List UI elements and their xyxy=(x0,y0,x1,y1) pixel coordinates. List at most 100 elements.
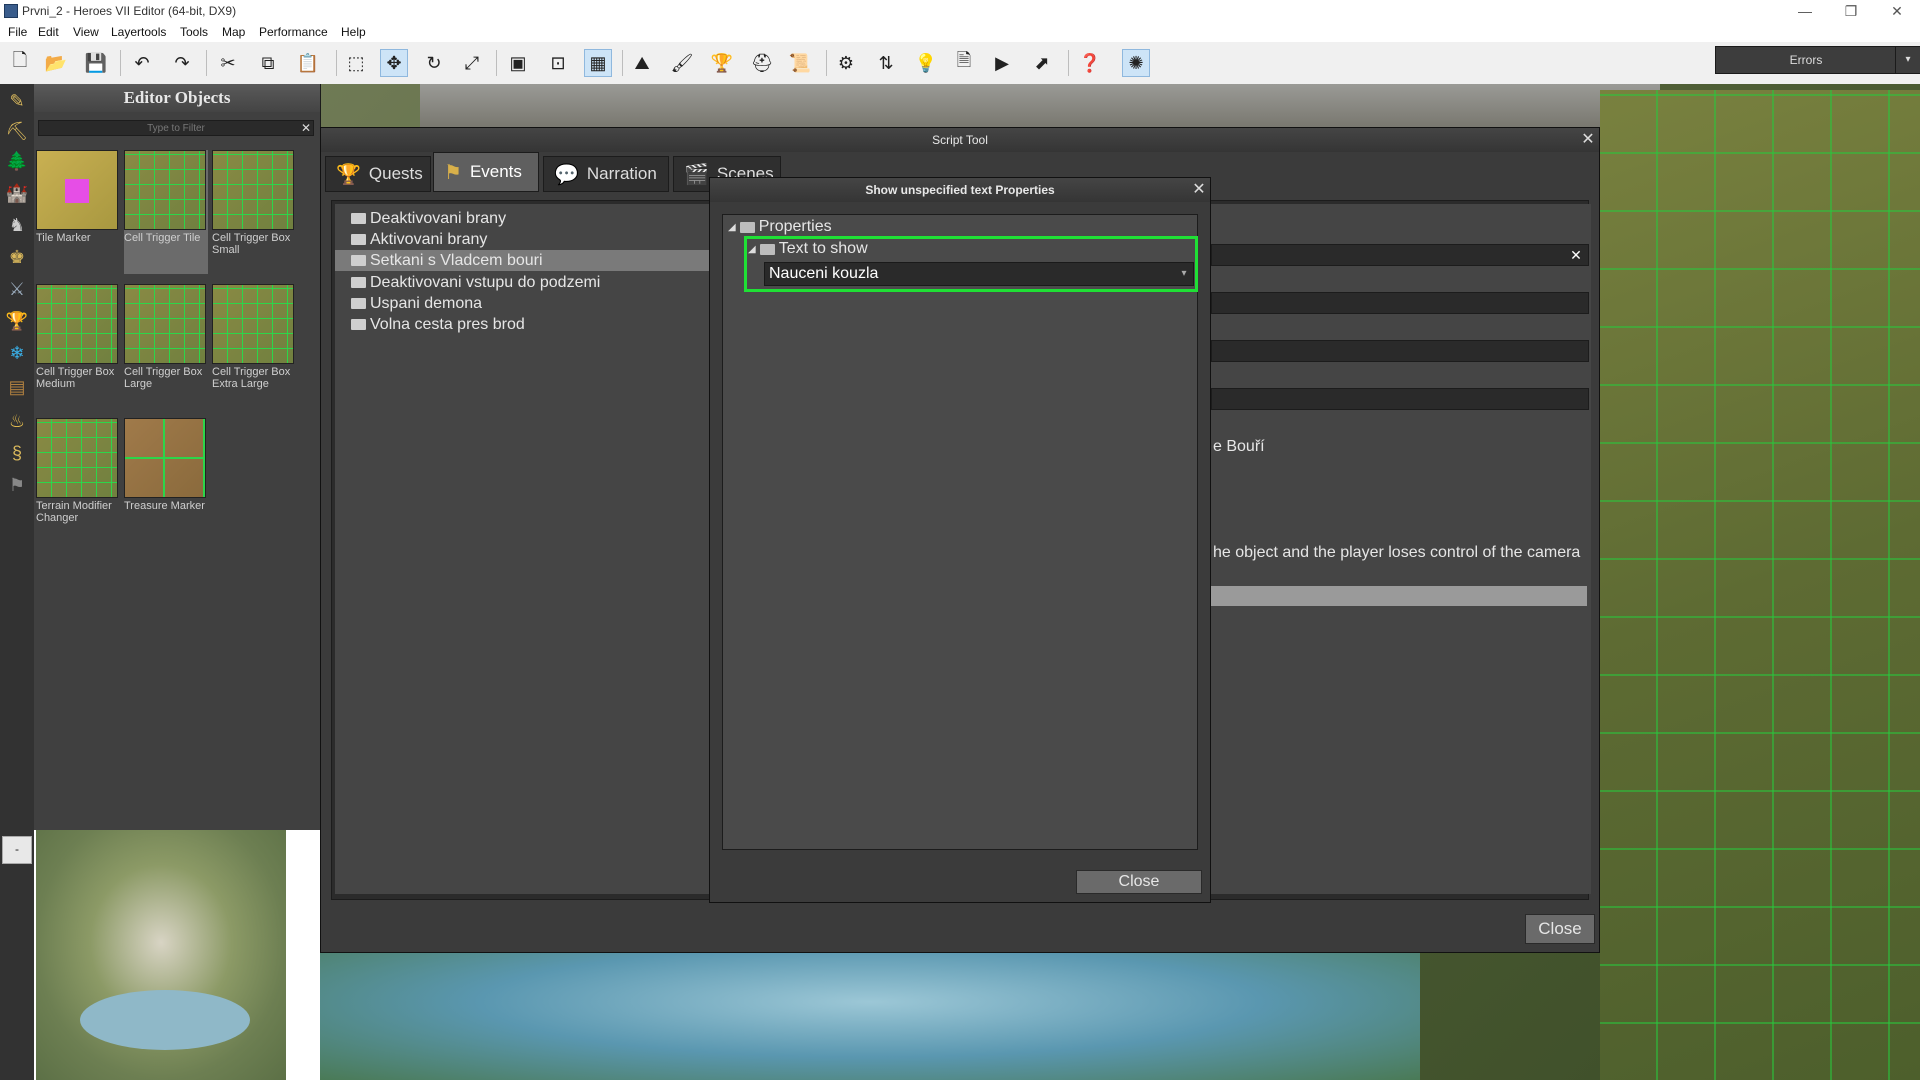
undo-icon[interactable]: ↶ xyxy=(128,49,156,77)
filter-input[interactable]: Type to Filter xyxy=(38,120,314,136)
chevron-down-icon[interactable]: ▾ xyxy=(1174,262,1194,286)
arrows-icon[interactable]: ⇅ xyxy=(872,49,900,77)
text-to-show-combo[interactable]: Nauceni kouzla xyxy=(764,262,1194,286)
toolbar-separator xyxy=(336,50,337,76)
new-file-icon[interactable]: 🗋 xyxy=(6,49,34,77)
list-item[interactable]: Deaktivovani brany xyxy=(335,208,715,229)
object-tile[interactable]: Treasure Marker xyxy=(124,418,208,512)
cut-icon[interactable]: ✂ xyxy=(214,49,242,77)
event-type-dropdown[interactable] xyxy=(1211,292,1589,314)
minimap-toggle-button[interactable]: - xyxy=(2,836,32,864)
play-icon[interactable]: ▶ xyxy=(988,49,1016,77)
crystal-icon[interactable]: ❄ xyxy=(4,340,30,366)
selected-action-row[interactable] xyxy=(1211,586,1587,606)
move-icon[interactable]: ✥ xyxy=(380,49,408,77)
copy-icon[interactable]: ⧉ xyxy=(254,49,282,77)
paint-icon[interactable]: 🖌 xyxy=(668,49,696,77)
objects-icon[interactable]: ✺ xyxy=(1122,49,1150,77)
toolbar-separator xyxy=(120,50,121,76)
scroll-category-icon[interactable]: § xyxy=(4,440,30,466)
menu-map[interactable]: Map xyxy=(222,25,245,39)
clear-filter-icon[interactable]: ✕ xyxy=(298,120,314,136)
help-icon[interactable]: ❓ xyxy=(1076,49,1104,77)
open-folder-icon[interactable]: 📂 xyxy=(42,49,70,77)
menu-help[interactable]: Help xyxy=(341,25,366,39)
terrain-icon[interactable]: ⛰ xyxy=(628,49,656,77)
list-item[interactable]: Uspani demona xyxy=(335,293,715,314)
menu-file[interactable]: File xyxy=(8,25,27,39)
speech-bubble-icon: 💬 xyxy=(554,163,579,186)
minimize-button[interactable]: — xyxy=(1782,0,1828,24)
menu-view[interactable]: View xyxy=(73,25,99,39)
chest-icon[interactable]: ▤ xyxy=(4,374,30,400)
list-item[interactable]: Setkani s Vladcem bouri xyxy=(335,250,715,271)
expand-triangle-icon[interactable]: ◢ xyxy=(728,222,736,233)
army-icon[interactable]: ⚔ xyxy=(4,276,30,302)
event-name-field[interactable] xyxy=(1211,244,1589,266)
script-tool-close-button[interactable]: Close xyxy=(1525,914,1595,944)
tree-icon[interactable]: 🌲 xyxy=(4,148,30,174)
export-icon[interactable]: ⬈ xyxy=(1028,49,1056,77)
tab-events[interactable]: ⚑ Events xyxy=(433,152,539,192)
title-bar: Prvni_2 - Heroes VII Editor (64-bit, DX9… xyxy=(0,0,1920,24)
scale-icon[interactable]: ⤢ xyxy=(458,49,486,77)
menu-layertools[interactable]: Layertools xyxy=(111,25,166,39)
settings-gears-icon[interactable]: ⚙ xyxy=(832,49,860,77)
viewport-icon[interactable]: ▣ xyxy=(504,49,532,77)
expand-triangle-icon[interactable]: ◢ xyxy=(748,244,756,255)
close-icon[interactable]: ✕ xyxy=(1188,178,1210,202)
object-tile[interactable]: Terrain Modifier Changer xyxy=(36,418,120,524)
menu-edit[interactable]: Edit xyxy=(38,25,59,39)
save-icon[interactable]: 💾 xyxy=(82,49,110,77)
menu-tools[interactable]: Tools xyxy=(180,25,208,39)
brush-icon[interactable]: ✎ xyxy=(4,88,30,114)
rotate-icon[interactable]: ↻ xyxy=(420,49,448,77)
event-trigger-dropdown[interactable] xyxy=(1211,340,1589,362)
trophy-icon[interactable]: 🏆 xyxy=(708,49,736,77)
pickaxe-icon[interactable]: ⛏ xyxy=(4,118,30,144)
close-window-button[interactable]: ✕ xyxy=(1874,0,1920,24)
errors-dropdown-icon[interactable]: ▾ xyxy=(1895,46,1920,74)
grid-icon[interactable]: ▦ xyxy=(584,49,612,77)
list-item[interactable]: Aktivovani brany xyxy=(335,229,715,250)
select-icon[interactable]: ⬚ xyxy=(342,49,370,77)
tree-node-text-to-show[interactable]: ◢ Text to show xyxy=(748,240,868,258)
folder-icon xyxy=(351,277,366,288)
creature-icon[interactable]: ♞ xyxy=(4,212,30,238)
redo-icon[interactable]: ↷ xyxy=(168,49,196,77)
dialog-close-button[interactable]: Close xyxy=(1076,870,1202,894)
object-tile[interactable]: Cell Trigger Box Large xyxy=(124,284,208,390)
tree-node-properties[interactable]: ◢ Properties xyxy=(728,218,832,236)
clear-field-icon[interactable]: ✕ xyxy=(1565,244,1587,266)
object-tile[interactable]: Cell Trigger Box Small xyxy=(212,150,296,256)
hero-icon[interactable]: ♚ xyxy=(4,244,30,270)
script-icon[interactable]: 🗎 xyxy=(950,49,978,77)
object-tile[interactable]: Tile Marker xyxy=(36,150,120,244)
list-item[interactable]: Deaktivovani vstupu do podzemi xyxy=(335,272,715,293)
cell-trigger-box-thumbnail xyxy=(124,284,206,364)
paste-icon[interactable]: 📋 xyxy=(294,49,322,77)
2d-view-icon[interactable]: ⊡ xyxy=(544,49,572,77)
list-item[interactable]: Volna cesta pres brod xyxy=(335,314,715,335)
tab-narration[interactable]: 💬 Narration xyxy=(543,156,669,192)
helmet-icon[interactable]: ⛑ xyxy=(748,49,776,77)
lamp-icon[interactable]: ♨ xyxy=(4,408,30,434)
lightbulb-icon[interactable]: 💡 xyxy=(912,49,940,77)
cell-trigger-box-thumbnail xyxy=(212,150,294,230)
scroll-icon[interactable]: 📜 xyxy=(786,49,814,77)
restore-button[interactable]: ❐ xyxy=(1828,0,1874,24)
goblet-icon[interactable]: 🏆 xyxy=(4,308,30,334)
object-tile[interactable]: Cell Trigger Box Medium xyxy=(36,284,120,390)
object-tile[interactable]: Cell Trigger Box Extra Large xyxy=(212,284,296,390)
object-tile[interactable]: Cell Trigger Tile xyxy=(124,150,208,274)
panel-title: Editor Objects xyxy=(34,84,320,112)
tab-quests[interactable]: 🏆 Quests xyxy=(325,156,431,192)
event-value-stepper[interactable] xyxy=(1211,388,1589,410)
menu-performance[interactable]: Performance xyxy=(259,25,328,39)
marker-icon[interactable]: ⚑ xyxy=(4,472,30,498)
castle-icon[interactable]: 🏰 xyxy=(4,180,30,206)
close-icon[interactable]: ✕ xyxy=(1577,128,1599,152)
treasure-marker-thumbnail xyxy=(124,418,206,498)
cell-trigger-tile-thumbnail xyxy=(124,150,206,230)
errors-button[interactable]: Errors xyxy=(1715,46,1897,74)
